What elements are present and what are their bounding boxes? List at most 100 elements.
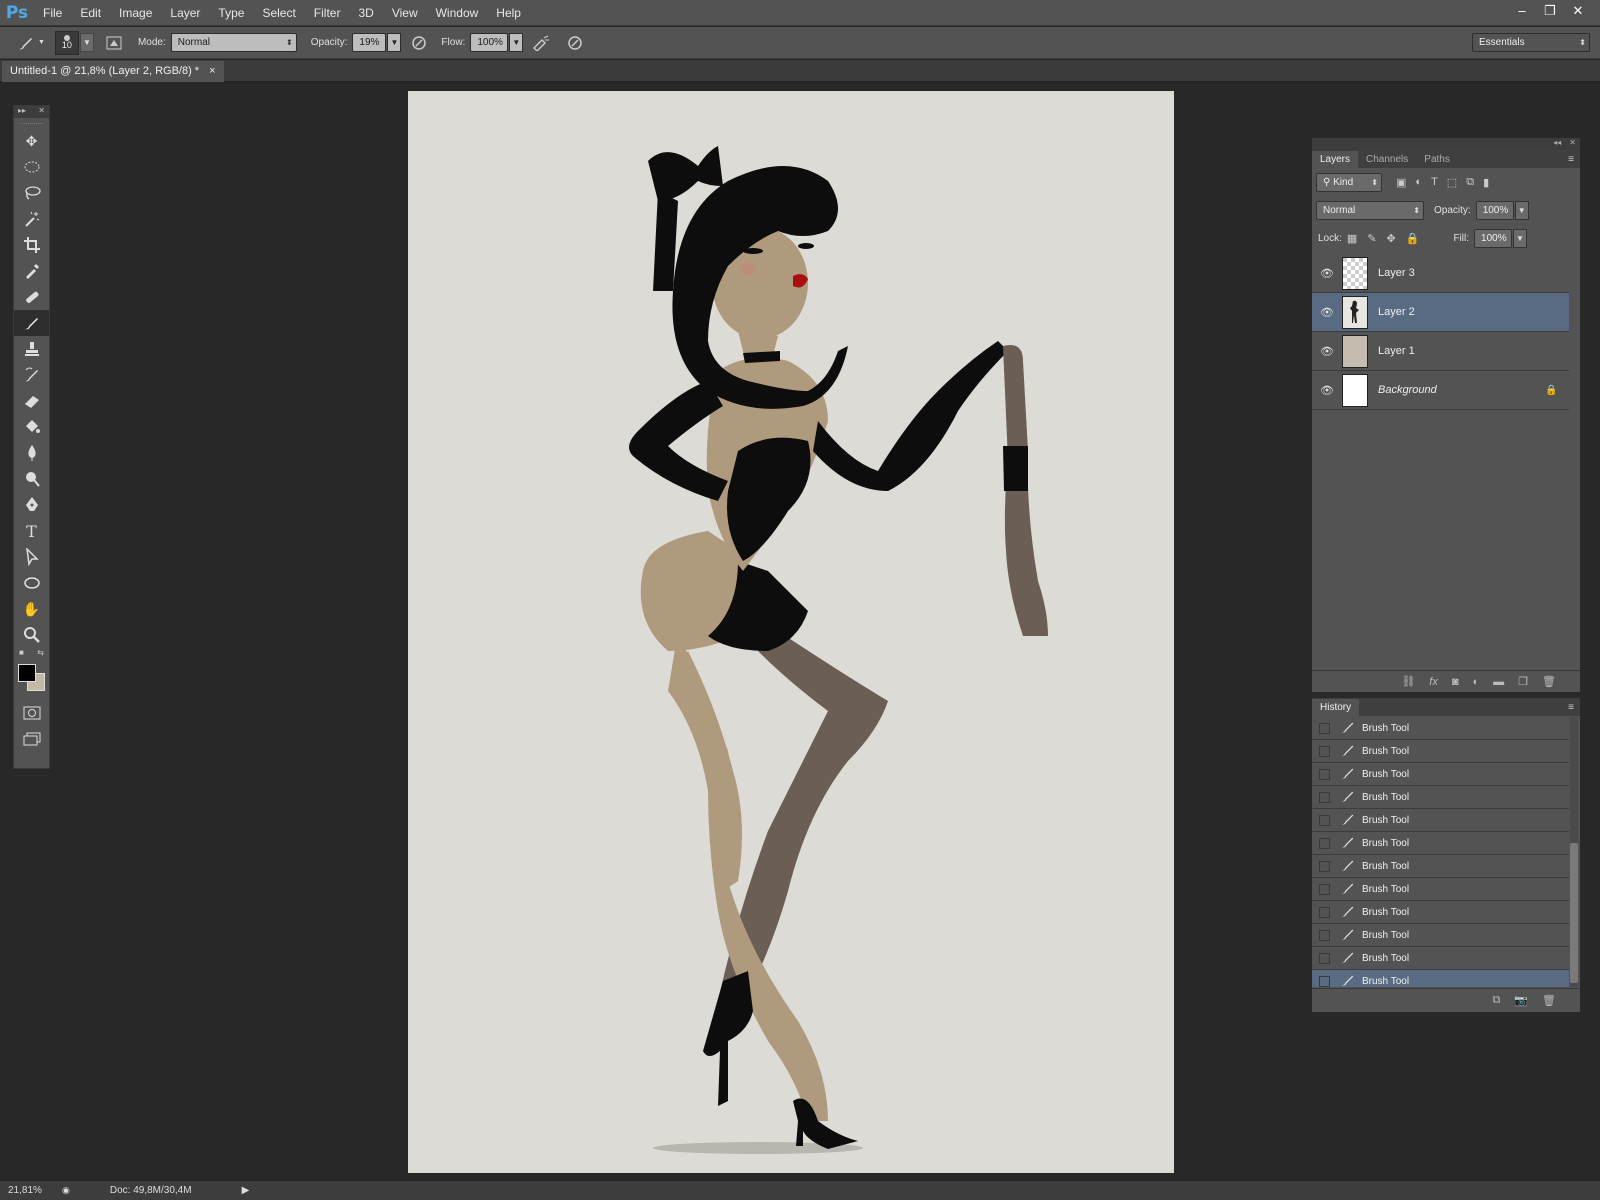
brush-size-dropdown[interactable]: ▼ xyxy=(79,33,94,52)
restore-button[interactable]: ❐ xyxy=(1536,1,1564,21)
zoom-tool[interactable] xyxy=(14,622,49,648)
default-colors-icon[interactable]: ■ xyxy=(19,648,24,660)
move-tool[interactable]: ✥ xyxy=(14,128,49,154)
adjustment-layer-icon[interactable]: ◐ xyxy=(1473,676,1480,688)
history-state-checkbox[interactable] xyxy=(1319,768,1330,780)
eyedropper-tool[interactable] xyxy=(14,258,49,284)
close-icon[interactable]: ✕ xyxy=(1569,138,1576,150)
menu-help[interactable]: Help xyxy=(487,0,530,26)
history-state-checkbox[interactable] xyxy=(1319,952,1330,964)
crop-tool[interactable] xyxy=(14,232,49,258)
blur-tool[interactable] xyxy=(14,440,49,466)
history-state-checkbox[interactable] xyxy=(1319,791,1330,803)
lock-all-icon[interactable]: 🔒 xyxy=(1406,232,1420,245)
shape-tool[interactable] xyxy=(14,570,49,596)
collapse-icon[interactable]: ▸▸ xyxy=(18,106,26,118)
history-state-checkbox[interactable] xyxy=(1319,906,1330,918)
lock-position-icon[interactable]: ✥ xyxy=(1387,232,1396,245)
history-state-checkbox[interactable] xyxy=(1319,883,1330,895)
history-state-checkbox[interactable] xyxy=(1319,722,1330,734)
marquee-tool[interactable] xyxy=(14,154,49,180)
pressure-size-icon[interactable] xyxy=(563,31,587,55)
history-item[interactable]: Brush Tool xyxy=(1312,786,1569,809)
history-item[interactable]: Brush Tool xyxy=(1312,763,1569,786)
smart-object-filter-icon[interactable]: ⧉ xyxy=(1466,176,1474,189)
history-state-checkbox[interactable] xyxy=(1319,745,1330,757)
history-state-checkbox[interactable] xyxy=(1319,814,1330,826)
history-state-checkbox[interactable] xyxy=(1319,929,1330,941)
history-state-checkbox[interactable] xyxy=(1319,860,1330,872)
menu-layer[interactable]: Layer xyxy=(161,0,209,26)
flow-slider-dropdown[interactable]: ▼ xyxy=(509,33,524,52)
tools-panel-header[interactable]: ▸▸ ✕ xyxy=(14,106,49,118)
pixel-filter-icon[interactable]: ▣ xyxy=(1396,176,1406,189)
blend-mode-dropdown[interactable]: Normal ⬍ xyxy=(1316,200,1424,220)
workspace-switcher[interactable]: Essentials ⬍ xyxy=(1472,33,1590,52)
new-layer-icon[interactable]: ❐ xyxy=(1518,675,1528,688)
panel-menu-icon[interactable]: ≡ xyxy=(1568,699,1580,716)
history-state-checkbox[interactable] xyxy=(1319,975,1330,987)
fill-input[interactable]: 100% xyxy=(1474,228,1513,248)
brush-panel-toggle-icon[interactable] xyxy=(102,31,126,55)
history-item[interactable]: Brush Tool xyxy=(1312,740,1569,763)
history-item[interactable]: Brush Tool xyxy=(1312,832,1569,855)
history-item[interactable]: Brush Tool xyxy=(1312,947,1569,970)
document-tab[interactable]: Untitled-1 @ 21,8% (Layer 2, RGB/8) * × xyxy=(2,61,224,82)
healing-brush-tool[interactable] xyxy=(14,284,49,310)
filter-toggle-icon[interactable]: ▮ xyxy=(1483,176,1489,189)
paint-bucket-tool[interactable] xyxy=(14,414,49,440)
menu-type[interactable]: Type xyxy=(209,0,253,26)
type-filter-icon[interactable]: T xyxy=(1431,176,1438,189)
zoom-level[interactable]: 21,81% xyxy=(8,1185,52,1196)
layer-opacity-dropdown[interactable]: ▼ xyxy=(1514,200,1529,220)
document-canvas[interactable] xyxy=(408,91,1174,1173)
history-item[interactable]: Brush Tool xyxy=(1312,970,1569,987)
scroll-thumb[interactable] xyxy=(1570,843,1578,983)
fx-icon[interactable]: fx xyxy=(1429,676,1438,688)
brush-tool[interactable] xyxy=(14,310,49,336)
opacity-slider-dropdown[interactable]: ▼ xyxy=(387,33,402,52)
tab-paths[interactable]: Paths xyxy=(1416,151,1458,168)
screen-mode-button[interactable] xyxy=(14,726,49,752)
panel-menu-icon[interactable]: ≡ xyxy=(1568,151,1580,168)
new-group-icon[interactable]: ▬ xyxy=(1493,676,1504,688)
pressure-opacity-icon[interactable] xyxy=(407,31,431,55)
dodge-tool[interactable] xyxy=(14,466,49,492)
flow-input[interactable]: 100% xyxy=(470,33,509,52)
history-brush-tool[interactable] xyxy=(14,362,49,388)
shape-filter-icon[interactable]: ⬚ xyxy=(1447,176,1457,189)
lasso-tool[interactable] xyxy=(14,180,49,206)
lock-image-icon[interactable]: ✎ xyxy=(1367,232,1376,245)
brush-preset-icon[interactable] xyxy=(14,31,38,55)
magic-wand-tool[interactable] xyxy=(14,206,49,232)
menu-select[interactable]: Select xyxy=(253,0,304,26)
history-scrollbar[interactable] xyxy=(1570,717,1578,987)
menu-window[interactable]: Window xyxy=(427,0,488,26)
lock-transparent-icon[interactable]: ▦ xyxy=(1347,232,1357,245)
link-layers-icon[interactable]: ⛓ xyxy=(1401,675,1415,688)
fill-dropdown[interactable]: ▼ xyxy=(1513,228,1528,248)
history-item[interactable]: Brush Tool xyxy=(1312,878,1569,901)
opacity-input[interactable]: 19% xyxy=(352,33,387,52)
history-item[interactable]: Brush Tool xyxy=(1312,717,1569,740)
path-selection-tool[interactable] xyxy=(14,544,49,570)
layer-row-background[interactable]: 👁 Background 🔒 xyxy=(1312,371,1569,410)
visibility-eye-icon[interactable]: 👁 xyxy=(1312,384,1342,397)
type-tool[interactable]: T xyxy=(14,518,49,544)
add-mask-icon[interactable]: ◙ xyxy=(1452,676,1459,688)
brush-size-picker[interactable]: 10 xyxy=(54,30,79,55)
history-item[interactable]: Brush Tool xyxy=(1312,855,1569,878)
swap-colors-icon[interactable]: ⇆ xyxy=(37,648,44,660)
chevron-down-icon[interactable]: ▼ xyxy=(38,39,45,46)
status-info-icon[interactable]: ◉ xyxy=(62,1185,70,1196)
menu-file[interactable]: File xyxy=(34,0,71,26)
pen-tool[interactable] xyxy=(14,492,49,518)
layer-opacity-input[interactable]: 100% xyxy=(1475,200,1514,220)
history-item[interactable]: Brush Tool xyxy=(1312,901,1569,924)
menu-image[interactable]: Image xyxy=(110,0,161,26)
close-button[interactable]: ✕ xyxy=(1564,1,1592,21)
clone-stamp-tool[interactable] xyxy=(14,336,49,362)
layer-row-layer-2[interactable]: 👁 Layer 2 xyxy=(1312,293,1569,332)
trash-icon[interactable]: 🗑 xyxy=(1542,675,1556,688)
visibility-eye-icon[interactable]: 👁 xyxy=(1312,345,1342,358)
